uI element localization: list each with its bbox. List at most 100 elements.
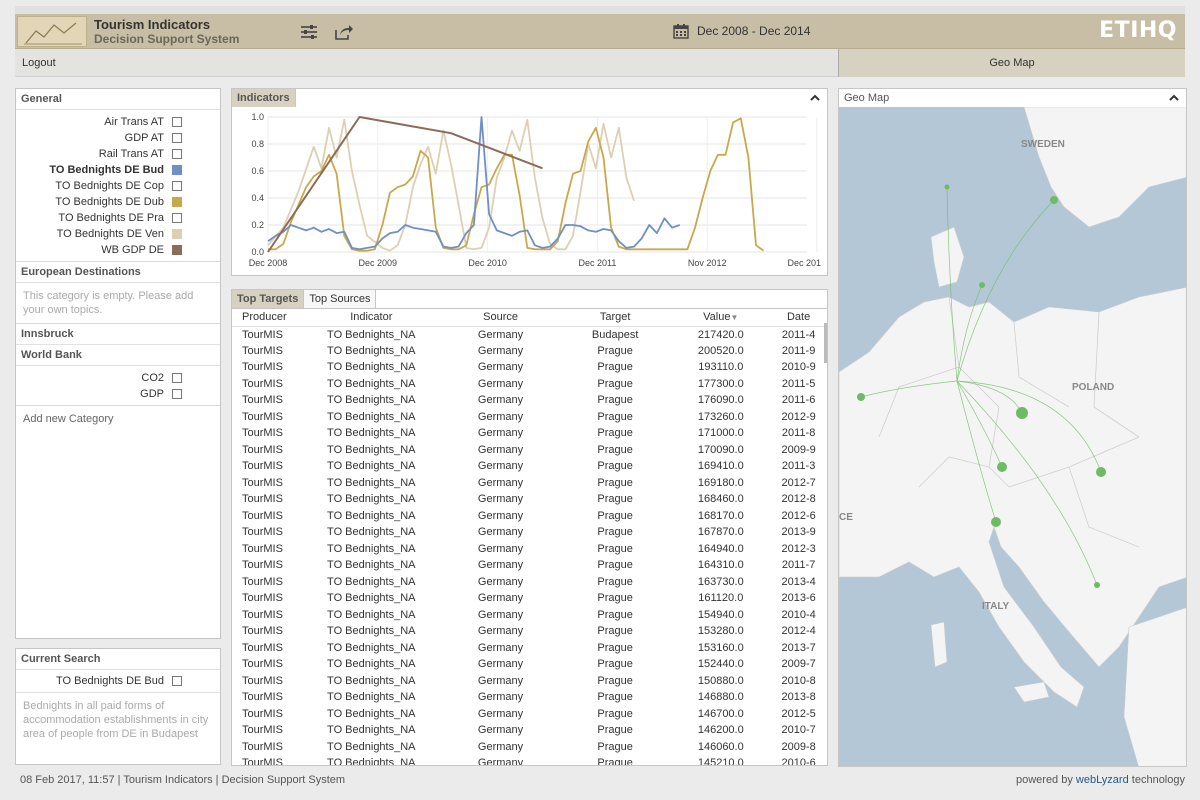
map-marker[interactable] <box>997 462 1007 472</box>
topic-checkbox[interactable] <box>172 181 182 191</box>
table-row[interactable]: TourMIS TO Bednights_NA Germany Prague 16787… <box>232 524 827 541</box>
cell-indicator: TO Bednights_NA <box>327 575 416 588</box>
map-marker[interactable] <box>991 517 1001 527</box>
topic-checkbox[interactable] <box>172 197 182 207</box>
map-marker[interactable] <box>1016 407 1028 419</box>
indicators-line-chart[interactable]: 0.0 0.2 0.4 0.6 0.8 1.0 Dec 2008 Dec 2009 Dec 20… <box>232 107 827 275</box>
geomap-collapse-chevron-icon[interactable] <box>1168 92 1180 104</box>
tab-top-targets[interactable]: Top Targets <box>232 290 305 308</box>
map-marker[interactable] <box>1094 582 1100 588</box>
table-row[interactable]: TourMIS TO Bednights_NA Germany Prague 16846… <box>232 491 827 508</box>
table-row[interactable]: TourMIS TO Bednights_NA Germany Prague 15244… <box>232 656 827 673</box>
table-row[interactable]: TourMIS TO Bednights_NA Germany Prague 16112… <box>232 590 827 607</box>
col-indicator[interactable]: Indicator <box>300 309 443 327</box>
col-date[interactable]: Date <box>770 309 827 327</box>
table-row[interactable]: TourMIS TO Bednights_NA Germany Prague 16941… <box>232 458 827 475</box>
table-row[interactable]: TourMIS TO Bednights_NA Germany Prague 16918… <box>232 475 827 492</box>
table-row[interactable]: TourMIS TO Bednights_NA Germany Prague 14606… <box>232 739 827 756</box>
table-row[interactable]: TourMIS TO Bednights_NA Germany Prague 17730… <box>232 376 827 393</box>
date-range-picker[interactable]: Dec 2008 - Dec 2014 <box>673 23 810 39</box>
weblyzard-link[interactable]: webLyzard <box>1076 774 1129 786</box>
table-row[interactable]: TourMIS TO Bednights_NA Germany Prague 15088… <box>232 673 827 690</box>
cell-value: 177300.0 <box>697 377 744 390</box>
col-source[interactable]: Source <box>442 309 559 327</box>
table-row[interactable]: TourMIS TO Bednights_NA Germany Prague 20052… <box>232 343 827 360</box>
topic-item[interactable]: CO2 <box>16 370 220 386</box>
add-category-link[interactable]: Add new Category <box>16 406 220 432</box>
topic-item[interactable]: TO Bednights DE Pra <box>16 210 220 226</box>
col-target[interactable]: Target <box>558 309 672 327</box>
share-icon[interactable] <box>333 21 355 43</box>
col-producer[interactable]: Producer <box>232 309 301 327</box>
table-row[interactable]: TourMIS TO Bednights_NA Germany Prague 16373… <box>232 574 827 591</box>
topic-checkbox[interactable] <box>172 213 182 223</box>
map-marker[interactable] <box>857 393 865 401</box>
table-row[interactable]: TourMIS TO Bednights_NA Germany Prague 15494… <box>232 607 827 624</box>
tab-indicators[interactable]: Indicators <box>232 89 296 107</box>
europe-map[interactable]: SWEDEN POLAND ITALY CE <box>839 107 1187 767</box>
tab-top-sources[interactable]: Top Sources <box>304 290 377 308</box>
topic-item[interactable]: GDP <box>16 386 220 402</box>
table-row[interactable]: TourMIS TO Bednights_NA Germany Budapest 217… <box>232 326 827 343</box>
current-search-item[interactable]: TO Bednights DE Bud <box>16 673 220 689</box>
table-row[interactable]: TourMIS TO Bednights_NA Germany Prague 19311… <box>232 359 827 376</box>
table-row[interactable]: TourMIS TO Bednights_NA Germany Prague 14620… <box>232 722 827 739</box>
topic-checkbox[interactable] <box>172 133 182 143</box>
topic-checkbox[interactable] <box>172 117 182 127</box>
topic-checkbox[interactable] <box>172 165 182 175</box>
cell-source: Germany <box>477 757 524 766</box>
category-general-title[interactable]: General <box>16 89 220 110</box>
table-row[interactable]: TourMIS TO Bednights_NA Germany Prague 17009… <box>232 442 827 459</box>
map-marker[interactable] <box>1050 196 1058 204</box>
geo-map-header-tab[interactable]: Geo Map <box>838 49 1185 77</box>
topic-item[interactable]: TO Bednights DE Cop <box>16 178 220 194</box>
map-marker[interactable] <box>944 184 950 190</box>
table-row[interactable]: TourMIS TO Bednights_NA Germany Prague 16494… <box>232 541 827 558</box>
topic-checkbox[interactable] <box>172 149 182 159</box>
topic-checkbox[interactable] <box>172 245 182 255</box>
series-line-3[interactable] <box>267 116 681 251</box>
cell-indicator: TO Bednights_NA <box>327 509 416 522</box>
table-row[interactable]: TourMIS TO Bednights_NA Germany Prague 16431… <box>232 557 827 574</box>
map-marker[interactable] <box>1096 467 1106 477</box>
settings-sliders-icon[interactable] <box>298 21 320 43</box>
cell-value: 169410.0 <box>697 460 744 473</box>
table-row[interactable]: TourMIS TO Bednights_NA Germany Prague 16817… <box>232 508 827 525</box>
table-scrollbar[interactable] <box>824 323 827 363</box>
collapse-chevron-icon[interactable] <box>809 92 821 104</box>
calendar-icon <box>673 24 689 39</box>
category-worldbank-title[interactable]: World Bank <box>16 345 220 366</box>
topic-checkbox[interactable] <box>172 389 182 399</box>
cell-producer: TourMIS <box>242 658 283 671</box>
table-row[interactable]: TourMIS TO Bednights_NA Germany Prague 17100… <box>232 425 827 442</box>
category-european-title[interactable]: European Destinations <box>16 262 220 283</box>
table-row[interactable]: TourMIS TO Bednights_NA Germany Prague 14688… <box>232 689 827 706</box>
cell-producer: TourMIS <box>242 724 283 737</box>
topic-item[interactable]: TO Bednights DE Bud <box>16 162 220 178</box>
topic-item[interactable]: GDP AT <box>16 130 220 146</box>
cell-indicator: TO Bednights_NA <box>327 361 416 374</box>
app-subtitle: Decision Support System <box>94 32 240 46</box>
cell-date: 2011-5 <box>781 377 816 390</box>
category-innsbruck-title[interactable]: Innsbruck <box>16 324 220 345</box>
current-search-checkbox[interactable] <box>172 676 182 686</box>
topic-item[interactable]: TO Bednights DE Ven <box>16 226 220 242</box>
cell-source: Germany <box>477 691 524 704</box>
topic-item[interactable]: Rail Trans AT <box>16 146 220 162</box>
cell-producer: TourMIS <box>242 691 283 704</box>
logout-link[interactable]: Logout <box>22 57 56 69</box>
table-row[interactable]: TourMIS TO Bednights_NA Germany Prague 15328… <box>232 623 827 640</box>
table-row[interactable]: TourMIS TO Bednights_NA Germany Prague 17609… <box>232 392 827 409</box>
table-row[interactable]: TourMIS TO Bednights_NA Germany Prague 14670… <box>232 706 827 723</box>
topic-item[interactable]: WB GDP DE <box>16 242 220 258</box>
map-marker[interactable] <box>979 282 985 288</box>
topic-item[interactable]: Air Trans AT <box>16 114 220 130</box>
table-row[interactable]: TourMIS TO Bednights_NA Germany Prague 15316… <box>232 640 827 657</box>
topic-checkbox[interactable] <box>172 373 182 383</box>
topic-item[interactable]: TO Bednights DE Dub <box>16 194 220 210</box>
col-value[interactable]: Value▼ <box>671 309 771 327</box>
cell-producer: TourMIS <box>242 707 283 720</box>
topic-checkbox[interactable] <box>172 229 182 239</box>
table-row[interactable]: TourMIS TO Bednights_NA Germany Prague 17326… <box>232 409 827 426</box>
table-row[interactable]: TourMIS TO Bednights_NA Germany Prague 14521… <box>232 755 827 766</box>
